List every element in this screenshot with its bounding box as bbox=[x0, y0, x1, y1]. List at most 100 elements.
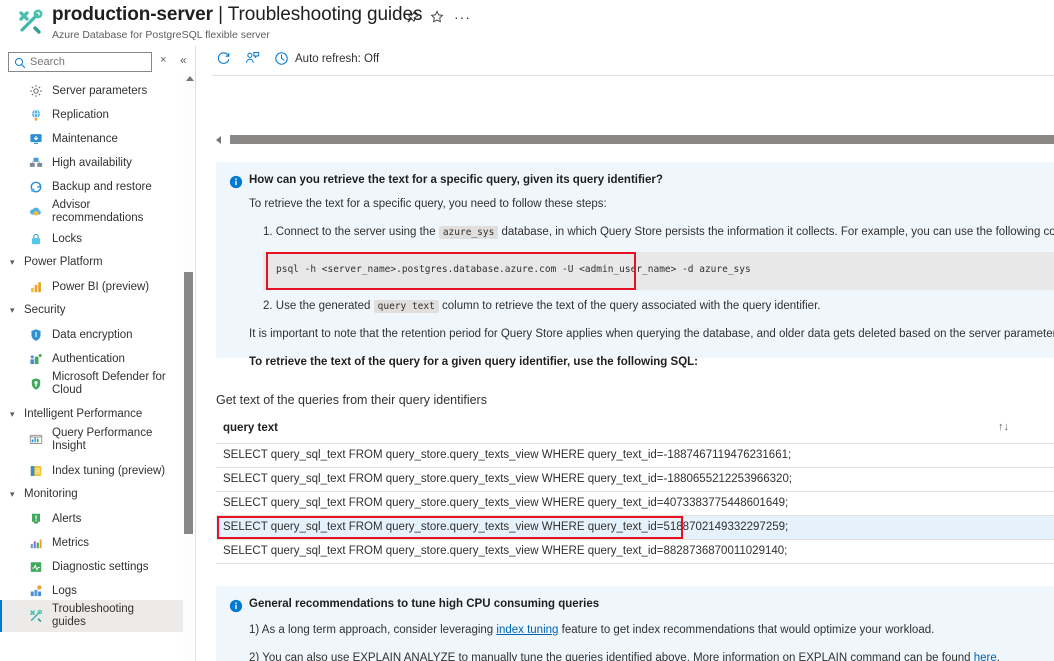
scroll-up-arrow-icon[interactable] bbox=[186, 76, 194, 81]
retention-note-a: It is important to note that the retenti… bbox=[249, 328, 1054, 340]
authentication-icon bbox=[28, 351, 44, 367]
sidebar-item-label: Data encryption bbox=[52, 328, 133, 341]
sidebar-item-logs[interactable]: Logs bbox=[0, 580, 188, 602]
close-icon[interactable]: × bbox=[160, 54, 166, 66]
globe-icon bbox=[28, 107, 44, 123]
sidebar-item-high-availability[interactable]: High availability bbox=[0, 152, 188, 174]
sidebar-item-label: Maintenance bbox=[52, 132, 118, 145]
sidebar-item-label: Microsoft Defender for Cloud bbox=[52, 371, 166, 396]
title-separator: | bbox=[212, 4, 228, 25]
info-box-title: How can you retrieve the text for a spec… bbox=[249, 174, 663, 186]
sidebar-group-label: Monitoring bbox=[24, 488, 78, 500]
sidebar-item-power-bi-preview[interactable]: Power BI (preview) bbox=[0, 276, 188, 298]
resource-name: production-server bbox=[52, 4, 213, 25]
sidebar-item-maintenance[interactable]: Maintenance bbox=[0, 128, 188, 150]
feedback-button[interactable] bbox=[245, 51, 260, 66]
chevron-down-icon[interactable]: ▾ bbox=[10, 305, 24, 316]
sidebar-item-label: Locks bbox=[52, 232, 83, 245]
step2-text-a: 2. Use the generated bbox=[263, 300, 371, 312]
high-availability-icon bbox=[28, 155, 44, 171]
metrics-icon bbox=[28, 535, 44, 551]
blade-sidebar: × « Server parameters Replication Maintena… bbox=[0, 46, 196, 661]
info-icon bbox=[229, 599, 243, 613]
gear-icon bbox=[28, 83, 44, 99]
query-text-cell: SELECT query_sql_text FROM query_store.q… bbox=[223, 521, 789, 533]
command-toolbar: Auto refresh: Off bbox=[196, 46, 1054, 76]
query-text-cell: SELECT query_sql_text FROM query_store.q… bbox=[223, 449, 792, 461]
sidebar-item-locks[interactable]: Locks bbox=[0, 228, 188, 250]
query-text-cell: SELECT query_sql_text FROM query_store.q… bbox=[223, 473, 793, 485]
sidebar-item-label: Diagnostic settings bbox=[52, 560, 149, 573]
sidebar-group-label: Power Platform bbox=[24, 256, 103, 268]
query-text-code: query text bbox=[373, 300, 439, 313]
troubleshooting-guides-icon bbox=[28, 608, 44, 624]
info-step-1: 1. Connect to the server using the azure… bbox=[263, 226, 1054, 239]
index-tuning-icon bbox=[28, 463, 44, 479]
backup-restore-icon bbox=[28, 179, 44, 195]
sidebar-item-diagnostic-settings[interactable]: Diagnostic settings bbox=[0, 556, 188, 578]
sidebar-item-metrics[interactable]: Metrics bbox=[0, 532, 188, 554]
sidebar-group-monitoring[interactable]: ▾ Monitoring bbox=[0, 484, 188, 504]
table-row[interactable]: SELECT query_sql_text FROM query_store.q… bbox=[216, 444, 1054, 468]
sidebar-scrollbar[interactable] bbox=[183, 74, 194, 661]
psql-command-block[interactable]: psql -h <server_name>.postgres.database.… bbox=[263, 252, 1054, 290]
sidebar-item-query-performance-insight[interactable]: Query Performance Insight bbox=[0, 424, 188, 456]
more-options-icon[interactable]: ··· bbox=[454, 9, 471, 25]
sidebar-item-label: Troubleshooting guides bbox=[52, 603, 135, 628]
recommendation-2: 2) You can also use EXPLAIN ANALYZE to m… bbox=[249, 652, 1000, 661]
diagnostic-settings-icon bbox=[28, 559, 44, 575]
sidebar-item-label: Backup and restore bbox=[52, 180, 152, 193]
column-header-query-text[interactable]: query text bbox=[223, 422, 278, 434]
sidebar-group-label: Security bbox=[24, 304, 66, 316]
chevron-down-icon[interactable]: ▾ bbox=[10, 257, 24, 268]
auto-refresh-button[interactable]: Auto refresh: Off bbox=[274, 51, 379, 66]
query-performance-icon bbox=[28, 432, 44, 448]
sidebar-item-alerts[interactable]: Alerts bbox=[0, 508, 188, 530]
rec2-text-b: . bbox=[996, 652, 1000, 661]
table-row[interactable]: SELECT query_sql_text FROM query_store.q… bbox=[216, 516, 1054, 540]
sidebar-item-replication[interactable]: Replication bbox=[0, 104, 188, 126]
sidebar-item-label: Server parameters bbox=[52, 84, 148, 97]
search-icon bbox=[14, 56, 26, 69]
sidebar-item-backup-and-restore[interactable]: Backup and restore bbox=[0, 176, 188, 198]
sidebar-group-power-platform[interactable]: ▾ Power Platform bbox=[0, 252, 188, 272]
recommendation-1: 1) As a long term approach, consider lev… bbox=[249, 624, 934, 636]
sidebar-item-advisor-recommendations[interactable]: Advisor recommendations bbox=[0, 196, 188, 228]
sidebar-item-data-encryption[interactable]: Data encryption bbox=[0, 324, 188, 346]
collapse-sidebar-icon[interactable]: « bbox=[180, 53, 187, 67]
sidebar-nav-list[interactable]: Server parameters Replication Maintenance H… bbox=[0, 74, 196, 661]
sidebar-group-intelligent-performance[interactable]: ▾ Intelligent Performance bbox=[0, 404, 188, 424]
sidebar-item-label: Index tuning (preview) bbox=[52, 464, 166, 477]
info-closing-text: To retrieve the text of the query for a … bbox=[249, 356, 698, 368]
sidebar-search[interactable] bbox=[8, 52, 152, 72]
explain-command-link[interactable]: here bbox=[974, 652, 997, 661]
refresh-button[interactable] bbox=[216, 51, 231, 66]
chevron-down-icon[interactable]: ▾ bbox=[10, 489, 24, 500]
sidebar-scrollbar-thumb[interactable] bbox=[184, 272, 193, 534]
sidebar-item-troubleshooting-guides[interactable]: Troubleshooting guides bbox=[0, 600, 188, 632]
pin-icon[interactable] bbox=[406, 10, 420, 28]
chevron-down-icon[interactable]: ▾ bbox=[10, 409, 24, 420]
sidebar-item-label: Replication bbox=[52, 108, 109, 121]
recommendations-title: General recommendations to tune high CPU… bbox=[249, 598, 600, 610]
sidebar-item-label: Power BI (preview) bbox=[52, 280, 150, 293]
sidebar-item-server-parameters[interactable]: Server parameters bbox=[0, 80, 188, 102]
defender-icon bbox=[28, 376, 44, 392]
sidebar-item-authentication[interactable]: Authentication bbox=[0, 348, 188, 370]
sidebar-selection-indicator bbox=[0, 600, 2, 632]
page-title: production-server | Troubleshooting guid… bbox=[52, 4, 422, 26]
sidebar-group-security[interactable]: ▾ Security bbox=[0, 300, 188, 320]
table-row[interactable]: SELECT query_sql_text FROM query_store.q… bbox=[216, 540, 1054, 564]
table-row[interactable]: SELECT query_sql_text FROM query_store.q… bbox=[216, 468, 1054, 492]
index-tuning-link[interactable]: index tuning bbox=[496, 624, 558, 636]
blade-name: Troubleshooting guides bbox=[227, 4, 423, 25]
sort-icon[interactable]: ↑↓ bbox=[998, 421, 1009, 433]
sidebar-item-label: Query Performance Insight bbox=[52, 427, 153, 452]
sidebar-item-label: Logs bbox=[52, 584, 77, 597]
sidebar-item-index-tuning-preview[interactable]: Index tuning (preview) bbox=[0, 460, 188, 482]
table-row[interactable]: SELECT query_sql_text FROM query_store.q… bbox=[216, 492, 1054, 516]
query-text-cell: SELECT query_sql_text FROM query_store.q… bbox=[223, 497, 789, 509]
search-input[interactable] bbox=[30, 53, 148, 71]
favorite-star-icon[interactable] bbox=[430, 10, 444, 28]
sidebar-item-microsoft-defender-for-cloud[interactable]: Microsoft Defender for Cloud bbox=[0, 368, 188, 400]
